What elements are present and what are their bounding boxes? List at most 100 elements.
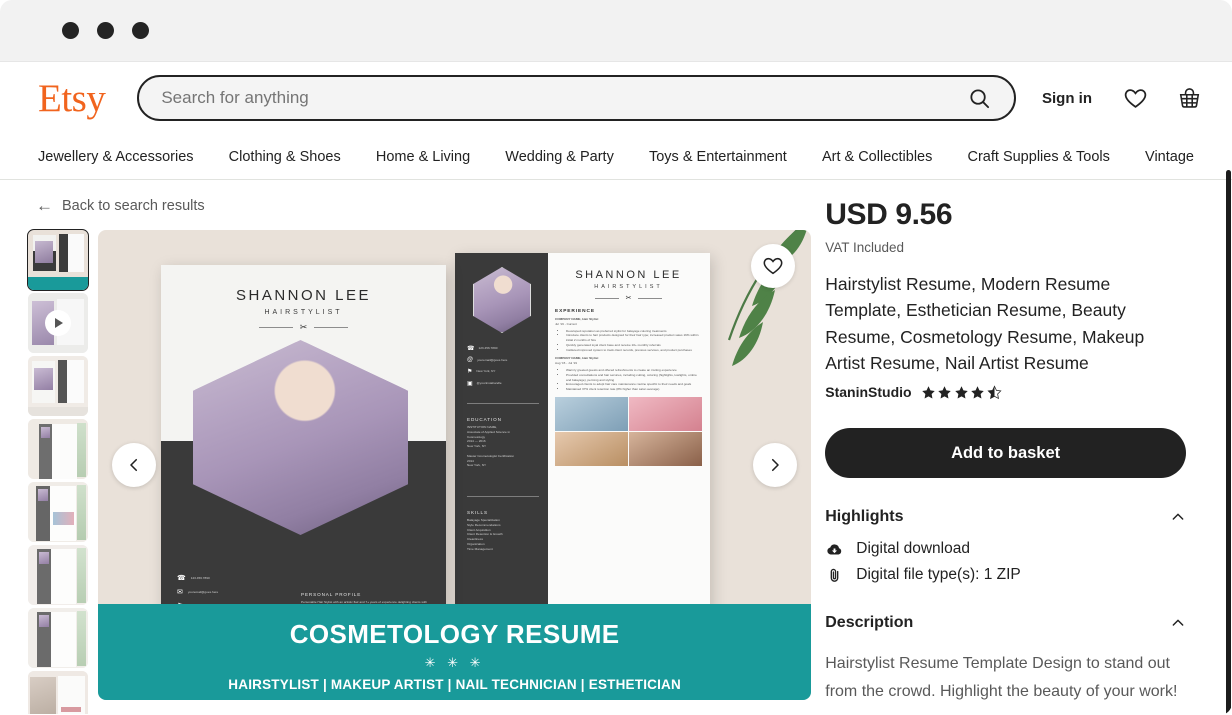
- thumb-resume-mockup-4[interactable]: [28, 608, 88, 668]
- nav-item-vintage[interactable]: Vintage: [1145, 149, 1194, 165]
- location-icon: ⚑: [467, 369, 473, 375]
- scissors-icon: ✂: [625, 295, 632, 302]
- shop-name-link[interactable]: StaninStudio: [825, 384, 911, 400]
- product-gallery: SHANNON LEE HAIRSTYLIST ✂ ☎ 123.456.7890…: [24, 229, 812, 714]
- thumb-cover-and-resume-page[interactable]: [28, 356, 88, 416]
- email-icon: ✉: [177, 589, 183, 596]
- site-header: Etsy Sign in: [0, 62, 1232, 134]
- skills-heading: SKILLS: [467, 510, 488, 515]
- main-product-image[interactable]: SHANNON LEE HAIRSTYLIST ✂ ☎ 123.456.7890…: [98, 230, 812, 700]
- nav-item-art-collectibles[interactable]: Art & Collectibles: [822, 149, 932, 165]
- experience-dates: Jul '19 - Current: [555, 321, 577, 326]
- experience-bullet: Instituted improved system to track clie…: [566, 348, 702, 353]
- page-content: ← Back to search results SHANNON LEE HAI…: [0, 180, 1232, 714]
- experience-bullet: Maintained 37% client retention rate (8%…: [566, 387, 702, 392]
- chevron-up-icon[interactable]: [1170, 509, 1186, 525]
- resume-role: HAIRSTYLIST: [264, 309, 343, 316]
- chevron-up-icon[interactable]: [1170, 615, 1186, 631]
- resume-skills: SKILLS Balayage Specialization Style Rec…: [467, 506, 547, 551]
- hair-photo: [555, 396, 628, 431]
- resume-cover-page: SHANNON LEE HAIRSTYLIST ✂ ☎ 123.456.7890…: [161, 265, 446, 620]
- highlights-section-header[interactable]: Highlights: [825, 508, 1186, 526]
- search-input[interactable]: [161, 88, 962, 108]
- hair-photo: [629, 432, 702, 467]
- page-scrollbar[interactable]: [1226, 170, 1231, 715]
- window-dot-3[interactable]: [132, 22, 149, 39]
- thumb-resume-mockup-1[interactable]: [28, 419, 88, 479]
- vat-note: VAT Included: [825, 240, 905, 255]
- window-dot-2[interactable]: [97, 22, 114, 39]
- sign-in-button[interactable]: Sign in: [1036, 82, 1098, 115]
- education-line-5: New York, NY: [467, 444, 487, 449]
- star-icon: [954, 385, 968, 398]
- contact-email: youremail@goes.here: [477, 357, 508, 362]
- highlights-list: Digital download Digital file type(s): 1…: [825, 540, 1186, 584]
- thumb-resume-mockup-5[interactable]: [28, 671, 88, 714]
- search-icon: [969, 88, 989, 108]
- description-section-header[interactable]: Description: [825, 614, 1186, 632]
- contact-email: youremail@goes.here: [187, 589, 219, 594]
- nav-item-toys-entertainment[interactable]: Toys & Entertainment: [649, 149, 787, 165]
- window-dot-1[interactable]: [62, 22, 79, 39]
- resume-divider: ✂: [179, 322, 428, 333]
- favourite-image-button[interactable]: [751, 244, 796, 288]
- personal-profile-heading: PERSONAL PROFILE: [301, 591, 362, 597]
- thumb-resume-mockup-3[interactable]: [28, 545, 88, 605]
- promo-banner-title: COSMETOLOGY RESUME: [289, 618, 620, 649]
- experience-bullet: Introduce clients to hair products desig…: [566, 333, 702, 343]
- window-titlebar: [0, 0, 1232, 62]
- thumbnail-strip[interactable]: [27, 229, 89, 714]
- experience-heading: EXPERIENCE: [555, 309, 595, 314]
- experience-bullet: Provided consultations and hair services…: [566, 373, 702, 383]
- heart-icon: [1124, 88, 1146, 108]
- product-details-panel: USD 9.56 VAT Included Hairstylist Resume…: [811, 180, 1208, 714]
- browser-window: Etsy Sign in: [0, 0, 1232, 715]
- experience-entry: COMPANY NAME, Hair Stylist Aug '15 - Jul…: [555, 356, 702, 391]
- cart-button[interactable]: [1172, 81, 1206, 115]
- favourites-button[interactable]: [1118, 81, 1152, 115]
- nav-item-wedding-party[interactable]: Wedding & Party: [505, 149, 614, 165]
- resume-education: EDUCATION INSTITUTION NAME, Associate of…: [467, 413, 547, 468]
- etsy-logo[interactable]: Etsy: [38, 79, 106, 118]
- nav-item-home-living[interactable]: Home & Living: [376, 149, 470, 165]
- gallery-prev-button[interactable]: [112, 443, 156, 487]
- highlight-label: Digital download: [856, 540, 970, 557]
- cloud-download-icon: [825, 541, 843, 558]
- star-icon: [921, 385, 935, 398]
- resume-b-contacts: ☎ 123.456.7890 @ youremail@goes.here ⚑ N…: [467, 345, 547, 387]
- nav-item-jewellery-accessories[interactable]: Jewellery & Accessories: [38, 149, 194, 165]
- search-bar[interactable]: [137, 75, 1016, 121]
- nav-item-clothing-shoes[interactable]: Clothing & Shoes: [229, 149, 341, 165]
- promo-banner-subtitle: HAIRSTYLIST | MAKEUP ARTIST | NAIL TECHN…: [228, 676, 681, 692]
- highlight-item: Digital download: [825, 540, 1186, 558]
- thumb-cover-resume[interactable]: [27, 229, 89, 291]
- scissors-icon: ✂: [299, 322, 308, 332]
- thumb-resume-mockup-2[interactable]: [28, 482, 88, 542]
- thumb-video-preview[interactable]: [28, 293, 88, 353]
- highlight-item: Digital file type(s): 1 ZIP: [825, 566, 1186, 584]
- resume-content-page: ☎ 123.456.7890 @ youremail@goes.here ⚑ N…: [455, 253, 710, 618]
- paperclip-icon: [825, 567, 843, 584]
- hair-photo-grid: [555, 396, 702, 467]
- hair-photo: [629, 396, 702, 431]
- highlight-label: Digital file type(s): 1 ZIP: [856, 566, 1021, 583]
- search-button[interactable]: [962, 81, 996, 115]
- play-icon: [45, 310, 71, 336]
- phone-icon: ☎: [177, 575, 186, 582]
- product-title: Hairstylist Resume, Modern Resume Templa…: [825, 274, 1145, 373]
- contact-phone: 123.456.7890: [478, 346, 498, 351]
- gallery-next-button[interactable]: [753, 443, 798, 487]
- contact-location: New York, NY: [476, 369, 496, 374]
- highlights-heading: Highlights: [825, 508, 904, 525]
- back-to-search-results-link[interactable]: ← Back to search results: [24, 180, 811, 230]
- education-heading: EDUCATION: [467, 417, 502, 422]
- add-to-basket-button[interactable]: Add to basket: [825, 428, 1186, 478]
- chevron-left-icon: [130, 458, 138, 472]
- arrow-left-icon: ←: [36, 196, 53, 215]
- resume-divider: ✂: [555, 294, 702, 302]
- skill-item: Time Management: [467, 546, 493, 551]
- resume-role: HAIRSTYLIST: [594, 284, 663, 290]
- nav-item-craft-supplies-tools[interactable]: Craft Supplies & Tools: [968, 149, 1110, 165]
- contact-phone: 123.456.7890: [190, 575, 210, 580]
- resume-name: SHANNON LEE: [575, 269, 682, 281]
